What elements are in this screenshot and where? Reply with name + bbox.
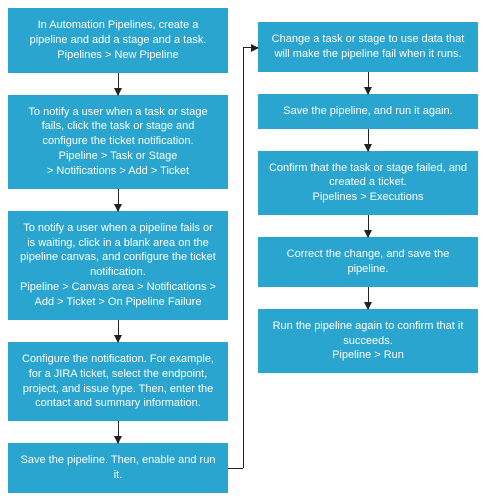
connector-vertical <box>243 47 244 468</box>
step-confirm-failed-ticket: Confirm that the task or stage failed, a… <box>258 151 478 216</box>
arrow-down-icon <box>368 287 369 309</box>
step-change-to-fail: Change a task or stage to use data that … <box>258 22 478 72</box>
step-run-again-succeed: Run the pipeline again to confirm that i… <box>258 309 478 374</box>
flowchart: In Automation Pipelines, create a pipeli… <box>8 8 496 493</box>
arrow-down-icon <box>368 72 369 94</box>
arrow-down-icon <box>118 421 119 443</box>
left-column: In Automation Pipelines, create a pipeli… <box>8 8 228 493</box>
connector-horizontal <box>228 468 243 469</box>
step-correct-change: Correct the change, and save the pipelin… <box>258 237 478 287</box>
arrow-down-icon <box>118 189 119 211</box>
step-save-run-again: Save the pipeline, and run it again. <box>258 94 478 129</box>
arrow-down-icon <box>368 215 369 237</box>
step-notify-task-stage: To notify a user when a task or stage fa… <box>8 95 228 189</box>
arrow-down-icon <box>118 320 119 342</box>
right-column: Change a task or stage to use data that … <box>258 8 478 373</box>
step-save-enable-run: Save the pipeline. Then, enable and run … <box>8 443 228 493</box>
step-create-pipeline: In Automation Pipelines, create a pipeli… <box>8 8 228 73</box>
arrow-right-icon <box>243 47 258 48</box>
step-configure-notification: Configure the notification. For example,… <box>8 342 228 421</box>
step-notify-pipeline-failure: To notify a user when a pipeline fails o… <box>8 211 228 320</box>
arrow-down-icon <box>368 129 369 151</box>
arrow-down-icon <box>118 73 119 95</box>
